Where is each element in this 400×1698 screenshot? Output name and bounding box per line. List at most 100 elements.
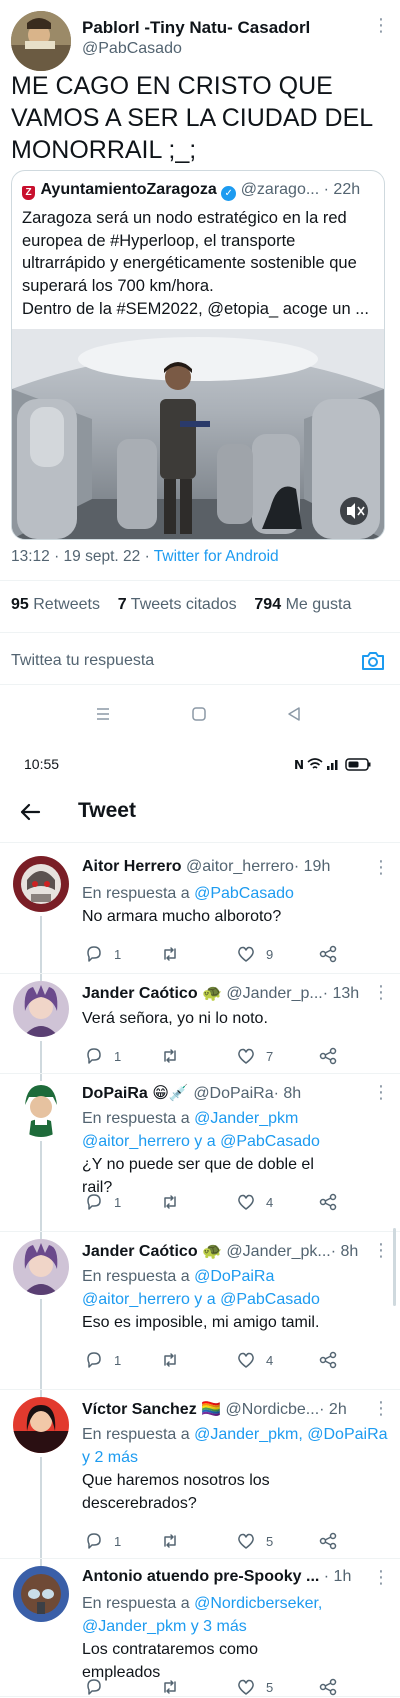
camera-icon[interactable] xyxy=(360,648,386,674)
like-count: 4 xyxy=(266,1352,274,1368)
quoted-video[interactable] xyxy=(12,329,384,539)
quoted-separator: · xyxy=(323,181,329,198)
reply-button[interactable]: 1 xyxy=(84,1192,121,1212)
reply-author-name[interactable]: Víctor Sanchez xyxy=(82,1401,197,1418)
reply-context-prefix: En respuesta a xyxy=(82,1110,195,1127)
retweet-button[interactable] xyxy=(160,1350,190,1370)
reply-input[interactable]: Twittea tu respuesta xyxy=(11,652,154,670)
like-icon xyxy=(238,1194,254,1210)
reply-context: En respuesta a @Jander_pkm xyxy=(82,1107,298,1130)
retweet-button[interactable] xyxy=(160,1677,190,1697)
reply-author-handle[interactable]: @Nordicbe... xyxy=(226,1401,320,1418)
reply-context-mentions-more[interactable]: @aitor_herrero y a @PabCasado xyxy=(82,1288,320,1311)
quoted-tweet-card[interactable]: Z AyuntamientoZaragoza ✓ @zarago... · 22… xyxy=(11,170,385,540)
page-title: Tweet xyxy=(78,799,136,822)
reply-context-mentions-more[interactable]: @aitor_herrero y a @PabCasado xyxy=(82,1130,320,1153)
reply-context-prefix: En respuesta a xyxy=(82,885,195,902)
reply-more-options-icon[interactable]: ⋮ xyxy=(372,1568,390,1586)
reply-avatar[interactable] xyxy=(13,856,69,912)
like-button[interactable]: 5 xyxy=(236,1531,273,1551)
reply-context-mentions[interactable]: @Jander_pkm, @DoPaiRa xyxy=(194,1426,387,1443)
reply-avatar[interactable] xyxy=(13,1081,69,1137)
retweet-button[interactable] xyxy=(160,1531,190,1551)
reply-button[interactable] xyxy=(84,1677,114,1697)
reply-button[interactable]: 1 xyxy=(84,1531,121,1551)
reply-avatar[interactable] xyxy=(13,1566,69,1622)
reply-author-handle[interactable]: @DoPaiRa xyxy=(193,1085,273,1102)
retweets-count: 95 xyxy=(11,596,29,613)
reply-avatar[interactable] xyxy=(13,981,69,1037)
reply-author-handle[interactable]: @Jander_p... xyxy=(226,985,322,1002)
share-button[interactable] xyxy=(318,944,338,964)
reply-author-name[interactable]: Jander Caótico xyxy=(82,985,198,1002)
status-time: 10:55 xyxy=(24,756,60,772)
share-button[interactable] xyxy=(318,1677,338,1697)
like-button[interactable]: 5 xyxy=(236,1677,273,1697)
home-icon[interactable] xyxy=(191,706,207,722)
like-button[interactable]: 4 xyxy=(236,1192,273,1212)
reply-more-options-icon[interactable]: ⋮ xyxy=(372,858,390,876)
retweet-button[interactable] xyxy=(160,944,190,964)
reply-author-handle[interactable]: @aitor_herrero xyxy=(186,858,294,875)
reply-author-name[interactable]: DoPaiRa xyxy=(82,1085,148,1102)
quoted-header: Z AyuntamientoZaragoza ✓ @zarago... · 22… xyxy=(22,181,378,201)
more-options-icon[interactable]: ⋮ xyxy=(372,16,390,34)
reply-context-mentions-more[interactable]: y 2 más xyxy=(82,1446,138,1469)
client-link[interactable]: Twitter for Android xyxy=(154,548,279,565)
scrollbar[interactable] xyxy=(393,1228,396,1306)
reply-context-mentions[interactable]: @DoPaiRa xyxy=(194,1268,274,1285)
reply-context: En respuesta a @DoPaiRa xyxy=(82,1265,274,1288)
reply-button[interactable]: 1 xyxy=(84,944,121,964)
quotes-count: 7 xyxy=(117,596,127,613)
author-handle[interactable]: @PabCasado xyxy=(82,40,182,58)
like-button[interactable]: 4 xyxy=(236,1350,273,1370)
reply-text: No armara mucho alboroto? xyxy=(82,908,282,925)
back-nav-icon[interactable] xyxy=(286,706,302,722)
like-count: 5 xyxy=(266,1533,274,1549)
status-icons: N xyxy=(294,756,378,772)
quoted-text-continued: Dentro de la #SEM2022, @etopia_ acoge un… xyxy=(22,300,369,318)
reply-button[interactable]: 1 xyxy=(84,1046,121,1066)
share-button[interactable] xyxy=(318,1531,338,1551)
reply-avatar[interactable] xyxy=(13,1239,69,1295)
share-button[interactable] xyxy=(318,1046,338,1066)
author-avatar[interactable] xyxy=(11,11,71,71)
verified-badge-icon: ✓ xyxy=(221,186,237,201)
reply-author-name[interactable]: Aitor Herrero xyxy=(82,858,182,875)
reply-more-options-icon[interactable]: ⋮ xyxy=(372,1241,390,1259)
reply-header: Aitor Herrero @aitor_herrero· 19h xyxy=(82,858,372,876)
like-count: 4 xyxy=(266,1194,274,1210)
reply-count: 1 xyxy=(114,1352,122,1368)
quoted-time: 22h xyxy=(333,181,361,198)
reply-more-options-icon[interactable]: ⋮ xyxy=(372,1083,390,1101)
like-button[interactable]: 9 xyxy=(236,944,273,964)
reply-context-mentions-more[interactable]: @Jander_pkm y 3 más xyxy=(82,1615,247,1638)
retweet-icon xyxy=(164,1353,176,1367)
reply-context-mentions[interactable]: @Nordicberseker, xyxy=(194,1595,322,1612)
reply-context-mentions[interactable]: @PabCasado xyxy=(194,885,294,902)
reply-more-options-icon[interactable]: ⋮ xyxy=(372,983,390,1001)
reply-avatar[interactable] xyxy=(13,1397,69,1453)
like-button[interactable]: 7 xyxy=(236,1046,273,1066)
like-icon xyxy=(238,946,254,962)
reply-author-name[interactable]: Jander Caótico xyxy=(82,1243,198,1260)
reply-more-options-icon[interactable]: ⋮ xyxy=(372,1399,390,1417)
reply-author-handle[interactable]: @Jander_pk... xyxy=(226,1243,330,1260)
back-arrow-icon[interactable] xyxy=(18,800,42,824)
retweet-button[interactable] xyxy=(160,1046,190,1066)
reply-author-name[interactable]: Antonio atuendo pre-Spooky ... xyxy=(82,1568,319,1585)
quotes-label: Tweets citados xyxy=(130,596,237,613)
share-button[interactable] xyxy=(318,1192,338,1212)
retweets-stat[interactable]: 95 Retweets xyxy=(11,596,100,613)
author-name[interactable]: Pablorl -Tiny Natu- Casadorl xyxy=(82,18,310,38)
thread-connector xyxy=(40,1041,42,1081)
recent-apps-icon[interactable] xyxy=(95,706,111,722)
reply-context-mentions[interactable]: @Jander_pkm xyxy=(194,1110,298,1127)
quotes-stat[interactable]: 7 Tweets citados xyxy=(118,596,237,613)
reply-text: Eso es imposible, mi amigo tamil. xyxy=(82,1314,320,1331)
reply-button[interactable]: 1 xyxy=(84,1350,121,1370)
likes-stat[interactable]: 794 Me gusta xyxy=(254,596,351,613)
share-button[interactable] xyxy=(318,1350,338,1370)
retweet-button[interactable] xyxy=(160,1192,190,1212)
divider xyxy=(0,580,400,581)
